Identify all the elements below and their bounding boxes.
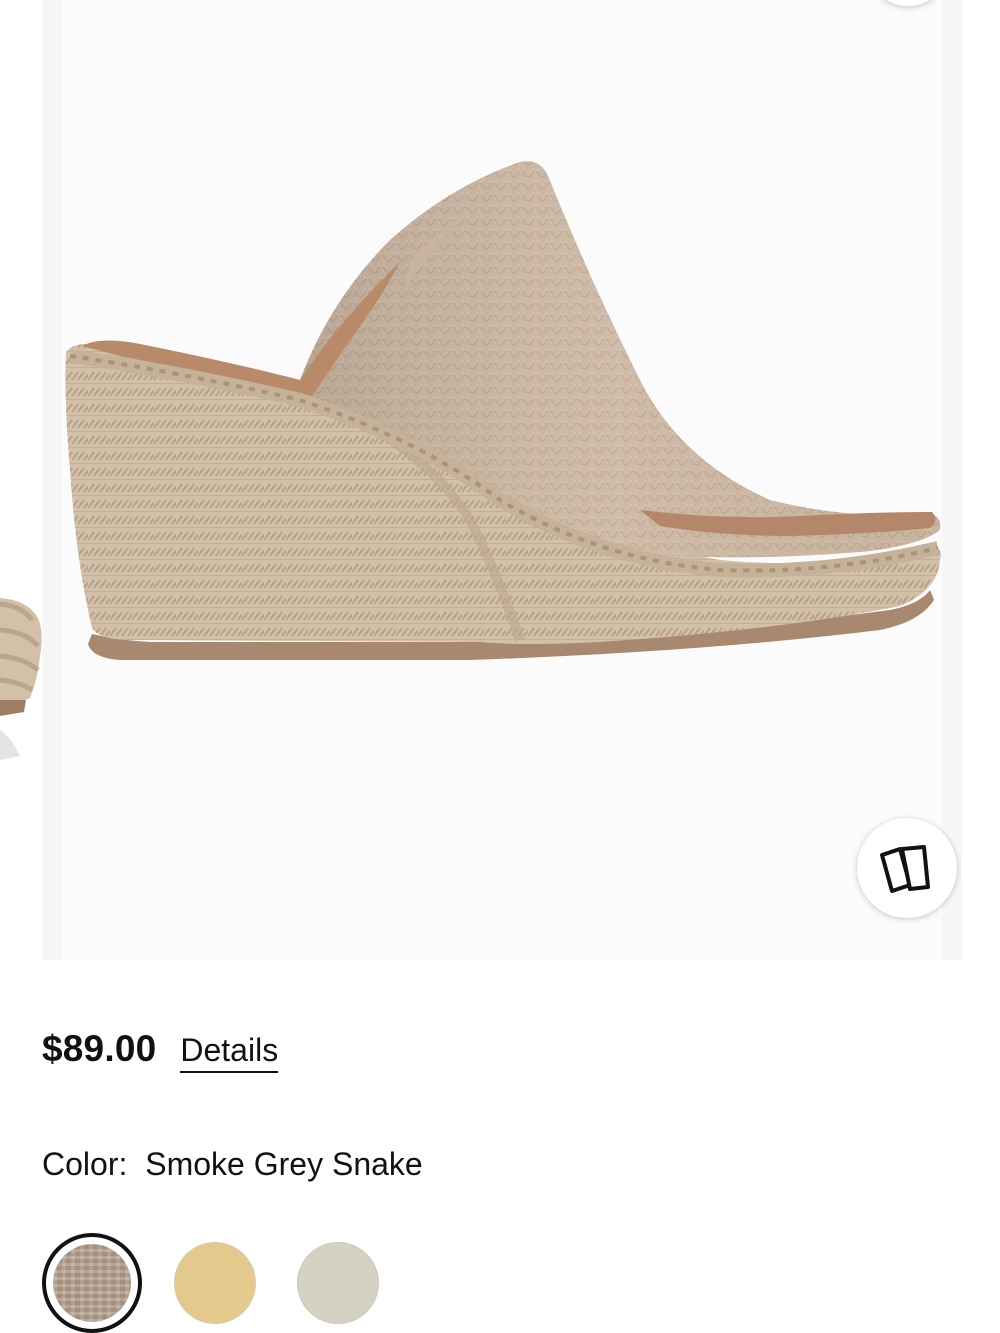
- view-similar-button[interactable]: [857, 818, 957, 918]
- color-label: Color:: [42, 1146, 128, 1182]
- swatch-smoke-grey-snake[interactable]: [42, 1233, 142, 1333]
- details-link[interactable]: Details: [180, 1032, 279, 1073]
- product-price: $89.00: [42, 1028, 157, 1069]
- swatch-fill: [53, 1244, 131, 1322]
- product-image-gallery[interactable]: [0, 0, 1000, 962]
- color-selection-label: Color: Smoke Grey Snake: [42, 1146, 423, 1183]
- swatch-2[interactable]: [174, 1242, 256, 1324]
- product-page: $89.00 Details Color: Smoke Grey Snake: [0, 0, 1000, 1333]
- color-value: Smoke Grey Snake: [145, 1146, 423, 1182]
- swatch-3[interactable]: [297, 1242, 379, 1324]
- cards-icon: [880, 845, 930, 893]
- price-row: $89.00 Details: [42, 1028, 279, 1073]
- product-image[interactable]: [0, 0, 1000, 962]
